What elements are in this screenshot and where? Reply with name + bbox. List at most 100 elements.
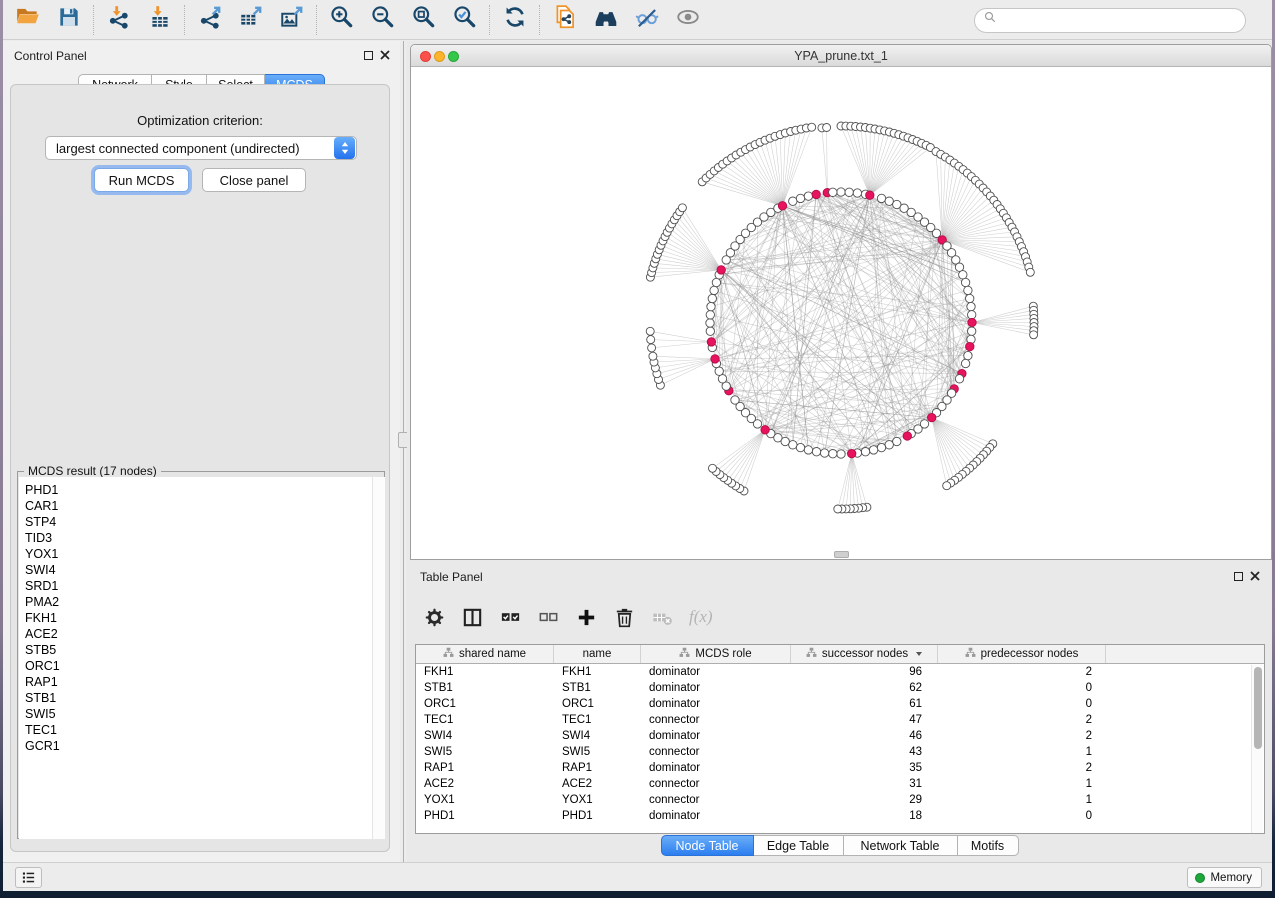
- network-node[interactable]: [966, 294, 974, 302]
- table-cell[interactable]: 0: [938, 682, 1106, 694]
- network-node[interactable]: [959, 271, 967, 279]
- import-network-button[interactable]: [98, 3, 139, 37]
- tab-node-table[interactable]: Node Table: [661, 835, 754, 856]
- column-header-name[interactable]: name: [554, 645, 641, 663]
- add-button[interactable]: [575, 606, 598, 629]
- table-cell[interactable]: FKH1: [416, 666, 554, 678]
- mcds-result-item[interactable]: ORC1: [19, 658, 385, 674]
- network-node[interactable]: [712, 278, 720, 286]
- table-cell[interactable]: 2: [938, 762, 1106, 774]
- split-panel-button[interactable]: [461, 606, 484, 629]
- network-node[interactable]: [961, 359, 969, 367]
- table-cell[interactable]: dominator: [641, 682, 791, 694]
- network-node[interactable]: [718, 375, 726, 383]
- hide-glasses-button[interactable]: [626, 3, 667, 37]
- table-cell[interactable]: 35: [791, 762, 938, 774]
- table-row[interactable]: ORC1ORC1dominator610: [416, 696, 1264, 712]
- network-node[interactable]: [837, 450, 845, 458]
- table-cell[interactable]: PHD1: [416, 810, 554, 822]
- table-cell[interactable]: PHD1: [554, 810, 641, 822]
- network-node[interactable]: [789, 441, 797, 449]
- satellite-node[interactable]: [648, 344, 656, 352]
- table-row[interactable]: RAP1RAP1dominator352: [416, 760, 1264, 776]
- table-row[interactable]: SWI4SWI4dominator462: [416, 728, 1264, 744]
- save-button[interactable]: [48, 3, 89, 37]
- table-cell[interactable]: 62: [791, 682, 938, 694]
- table-cell[interactable]: YOX1: [554, 794, 641, 806]
- network-node[interactable]: [796, 443, 804, 451]
- table-cell[interactable]: dominator: [641, 730, 791, 742]
- table-cell[interactable]: TEC1: [554, 714, 641, 726]
- network-node[interactable]: [829, 188, 837, 196]
- mcds-result-item[interactable]: SWI5: [19, 706, 385, 722]
- mcds-result-item[interactable]: TEC1: [19, 722, 385, 738]
- mcds-result-list[interactable]: PHD1CAR1STP4TID3YOX1SWI4SRD1PMA2FKH1ACE2…: [19, 477, 385, 839]
- network-node[interactable]: [837, 188, 845, 196]
- zoom-out-button[interactable]: [362, 3, 403, 37]
- network-node[interactable]: [861, 448, 869, 456]
- float-table-panel-icon[interactable]: [1234, 572, 1243, 581]
- network-node[interactable]: [710, 286, 718, 294]
- binoculars-button[interactable]: [585, 3, 626, 37]
- close-panel-icon[interactable]: [380, 50, 390, 60]
- network-node[interactable]: [820, 449, 828, 457]
- dominator-node[interactable]: [866, 191, 874, 199]
- table-cell[interactable]: YOX1: [416, 794, 554, 806]
- table-cell[interactable]: FKH1: [554, 666, 641, 678]
- satellite-node[interactable]: [1030, 331, 1038, 339]
- network-node[interactable]: [731, 396, 739, 404]
- table-cell[interactable]: 1: [938, 746, 1106, 758]
- network-node[interactable]: [885, 441, 893, 449]
- tab-network-table[interactable]: Network Table: [844, 835, 958, 856]
- task-history-button[interactable]: [15, 867, 42, 888]
- network-canvas[interactable]: [411, 67, 1271, 559]
- table-row[interactable]: ACE2ACE2connector311: [416, 776, 1264, 792]
- zoom-in-button[interactable]: [321, 3, 362, 37]
- network-node[interactable]: [706, 327, 714, 335]
- satellite-node[interactable]: [808, 123, 816, 131]
- satellite-node[interactable]: [646, 327, 654, 335]
- mcds-result-item[interactable]: RAP1: [19, 674, 385, 690]
- close-table-panel-icon[interactable]: [1250, 571, 1260, 581]
- criterion-dropdown[interactable]: largest connected component (undirected): [45, 136, 357, 160]
- dominator-node[interactable]: [717, 266, 725, 274]
- table-cell[interactable]: 2: [938, 666, 1106, 678]
- network-node[interactable]: [804, 192, 812, 200]
- column-header-MCDS-role[interactable]: MCDS role: [641, 645, 791, 663]
- tab-motifs[interactable]: Motifs: [958, 835, 1019, 856]
- dominator-node[interactable]: [711, 355, 719, 363]
- network-node[interactable]: [708, 294, 716, 302]
- table-cell[interactable]: dominator: [641, 762, 791, 774]
- satellite-node[interactable]: [823, 124, 831, 132]
- table-cell[interactable]: ORC1: [416, 698, 554, 710]
- table-cell[interactable]: 96: [791, 666, 938, 678]
- table-cell[interactable]: ACE2: [416, 778, 554, 790]
- table-cell[interactable]: connector: [641, 746, 791, 758]
- table-cell[interactable]: TEC1: [416, 714, 554, 726]
- network-node[interactable]: [707, 302, 715, 310]
- network-node[interactable]: [968, 311, 976, 319]
- table-cell[interactable]: RAP1: [416, 762, 554, 774]
- table-cell[interactable]: 31: [791, 778, 938, 790]
- table-cell[interactable]: RAP1: [554, 762, 641, 774]
- dominator-node[interactable]: [848, 449, 856, 457]
- dominator-node[interactable]: [707, 338, 715, 346]
- dominator-node[interactable]: [968, 318, 976, 326]
- table-cell[interactable]: ORC1: [554, 698, 641, 710]
- network-node[interactable]: [706, 311, 714, 319]
- network-node[interactable]: [955, 263, 963, 271]
- network-node[interactable]: [706, 319, 714, 327]
- network-node[interactable]: [804, 446, 812, 454]
- select-all-button[interactable]: [499, 606, 522, 629]
- table-cell[interactable]: 46: [791, 730, 938, 742]
- table-cell[interactable]: 47: [791, 714, 938, 726]
- network-node[interactable]: [885, 197, 893, 205]
- satellite-node[interactable]: [649, 352, 657, 360]
- import-table-button[interactable]: [139, 3, 180, 37]
- table-cell[interactable]: 0: [938, 810, 1106, 822]
- table-cell[interactable]: connector: [641, 794, 791, 806]
- table-cell[interactable]: 1: [938, 778, 1106, 790]
- close-panel-button[interactable]: Close panel: [202, 168, 306, 192]
- zoom-fit-button[interactable]: [403, 3, 444, 37]
- mcds-result-item[interactable]: FKH1: [19, 610, 385, 626]
